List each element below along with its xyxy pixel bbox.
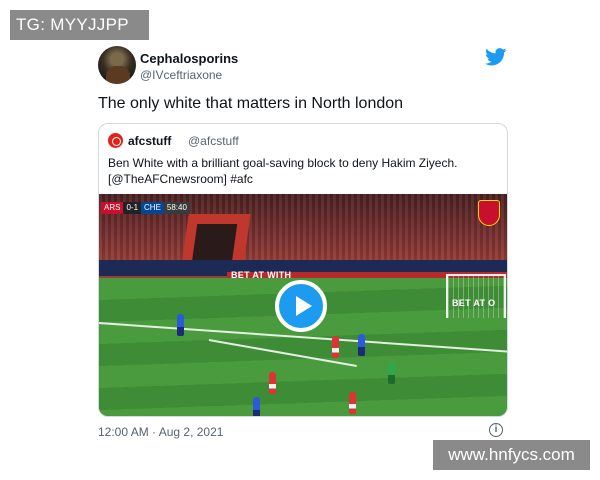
player — [349, 392, 356, 414]
match-clock: 58:40 — [163, 202, 190, 214]
quoted-tweet[interactable]: afcstuff @afcstuff Ben White with a bril… — [98, 123, 508, 417]
player — [269, 372, 276, 394]
user-handle[interactable]: @IVceftriaxone — [140, 68, 222, 82]
tweet-card: Cephalosporins @IVceftriaxone The only w… — [98, 46, 508, 446]
player — [177, 314, 184, 336]
goal-net — [446, 274, 506, 318]
twitter-bird-icon[interactable] — [485, 48, 507, 66]
club-crest-icon — [478, 200, 500, 226]
avatar[interactable] — [98, 46, 136, 84]
video-player[interactable]: BET AT WITH BET AT O ARS 0-1 CHE 58:40 — [99, 194, 507, 416]
board-text-2: BET AT O — [452, 298, 496, 308]
away-team: CHE — [141, 202, 164, 214]
match-score: 0-1 — [123, 202, 142, 214]
score-overlay: ARS 0-1 CHE 58:40 — [101, 202, 190, 214]
play-icon[interactable] — [275, 280, 327, 332]
quoted-text-line-1: Ben White with a brilliant goal-saving b… — [108, 156, 458, 170]
tweet-timestamp[interactable]: 12:00 AM · Aug 2, 2021 — [98, 425, 223, 439]
player — [388, 362, 395, 384]
player — [358, 334, 365, 356]
info-icon[interactable]: i — [489, 423, 503, 437]
players-tunnel — [181, 214, 251, 266]
watermark-bottom-right: www.hnfycs.com — [433, 440, 590, 470]
player — [253, 397, 260, 416]
display-name[interactable]: Cephalosporins — [140, 51, 238, 66]
home-team: ARS — [101, 202, 124, 214]
quoted-avatar[interactable] — [108, 133, 123, 148]
quoted-text-line-2: [@TheAFCnewsroom] #afc — [108, 172, 253, 186]
tweet-text: The only white that matters in North lon… — [98, 95, 404, 112]
player — [332, 336, 339, 358]
quoted-handle[interactable]: @afcstuff — [188, 134, 239, 148]
watermark-top-left: TG: MYYJJPP — [10, 10, 149, 40]
quoted-display-name[interactable]: afcstuff — [128, 134, 171, 148]
